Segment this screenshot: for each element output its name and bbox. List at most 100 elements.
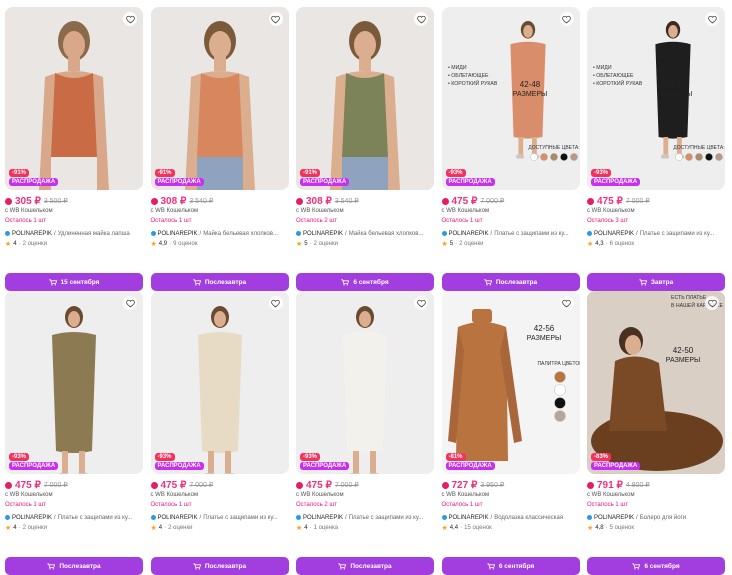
product-name: Удлиненная майка лапша <box>57 230 130 237</box>
product-image[interactable]: -91% РАСПРОДАЖА <box>150 7 289 190</box>
favorite-button[interactable] <box>123 296 137 310</box>
favorite-button[interactable] <box>414 12 428 26</box>
size-label: 42-50 <box>673 346 694 355</box>
favorite-button[interactable] <box>559 296 574 310</box>
verified-icon <box>296 231 301 236</box>
product-card[interactable]: -93% РАСПРОДАЖА 475 ₽7 000 ₽ с WB Кошельком… <box>5 291 143 575</box>
product-image[interactable]: 42-56 РАЗМЕРЫ ПАЛИТРА ЦВЕТОВ -81% РАСПРОДАЖА <box>441 291 580 474</box>
product-title[interactable]: POLINAREPIK / Платье с защипами из ку... <box>5 513 143 522</box>
product-card[interactable]: • МИДИ • ОБЛЕГАЮЩЕЕ • КОРОТКИЙ РУКАВ 42-48 Р… <box>587 7 725 291</box>
add-to-cart-button[interactable]: Послезавтра <box>296 557 434 575</box>
add-to-cart-button[interactable]: 15 сентября <box>5 273 143 291</box>
size-label: 42-56 <box>533 324 554 333</box>
product-card[interactable]: 42-56 РАЗМЕРЫ ПАЛИТРА ЦВЕТОВ -81% РАСПРОДАЖА… <box>441 291 580 575</box>
product-title[interactable]: POLINAREPIK / Платье с защипами из ку... <box>296 513 434 522</box>
reviews-count: 2 оценки <box>168 525 193 531</box>
price: 475 ₽ <box>306 479 332 491</box>
product-image[interactable]: • МИДИ • ОБЛЕГАЮЩЕЕ • КОРОТКИЙ РУКАВ 42-48 Р… <box>441 7 580 190</box>
palette-label: ДОСТУПНЫЕ ЦВЕТА: <box>528 145 579 151</box>
product-photo: ЕСТЬ ПЛАТЬЕВ НАШЕЙ КАРТОЧКЕ42-50РАЗМЕРЫ <box>587 291 725 474</box>
favorite-button[interactable] <box>268 12 283 26</box>
model-face <box>68 311 80 327</box>
badges: -93% РАСПРОДАЖА <box>300 453 350 470</box>
favorite-button[interactable] <box>123 12 137 26</box>
old-price: 3 500 ₽ <box>43 198 68 205</box>
title-separator: / <box>490 230 493 237</box>
stock-note: Осталось 1 шт <box>150 218 192 224</box>
cart-icon <box>48 278 57 285</box>
shoe-left <box>204 473 215 474</box>
cart-icon <box>639 278 647 285</box>
rating-separator: · <box>605 525 608 531</box>
add-to-cart-button[interactable]: Послезавтра <box>5 557 143 575</box>
favorite-button[interactable] <box>705 12 719 26</box>
add-to-cart-button[interactable]: 6 сентября <box>441 557 580 575</box>
brand-name: POLINAREPIK <box>448 230 489 237</box>
title-separator: / <box>636 514 638 521</box>
size-label-sub: РАЗМЕРЫ <box>512 91 546 98</box>
old-price: 7 000 ₽ <box>480 198 505 205</box>
rating-value: 4 <box>13 525 17 531</box>
product-card[interactable]: -91% РАСПРОДАЖА 308 ₽3 540 ₽ с WB Кошельком… <box>150 7 289 291</box>
add-to-cart-button[interactable]: Завтра <box>587 273 725 291</box>
product-card[interactable]: ЕСТЬ ПЛАТЬЕ В НАШЕЙ КАРТОЧКЕ 42-50 РАЗМЕРЫ -… <box>587 291 725 575</box>
product-title[interactable]: POLINAREPIK / Водолазка классическая <box>441 513 580 522</box>
add-to-cart-button[interactable]: 6 сентября <box>587 557 725 575</box>
add-to-cart-button[interactable]: Послезавтра <box>441 273 580 291</box>
sale-badge: РАСПРОДАЖА <box>445 462 495 470</box>
palette-swatch <box>695 153 703 161</box>
verified-icon <box>5 231 10 236</box>
product-card[interactable]: -91% РАСПРОДАЖА 308 ₽3 540 ₽ с WB Кошельком… <box>296 7 434 291</box>
price: 791 ₽ <box>597 479 623 491</box>
add-to-cart-button[interactable]: Послезавтра <box>150 273 289 291</box>
product-image[interactable]: • МИДИ • ОБЛЕГАЮЩЕЕ • КОРОТКИЙ РУКАВ 42-48 Р… <box>587 7 725 190</box>
product-card[interactable]: • МИДИ • ОБЛЕГАЮЩЕЕ • КОРОТКИЙ РУКАВ 42-48 Р… <box>441 7 580 291</box>
model-neck <box>68 57 80 71</box>
wallet-icon <box>441 481 449 489</box>
product-image[interactable]: -93% РАСПРОДАЖА <box>5 291 143 474</box>
price-row: 305 ₽3 500 ₽ <box>5 195 143 207</box>
reviews-count: 2 оценки <box>22 525 47 531</box>
heart-icon <box>562 299 571 307</box>
product-title[interactable]: POLINAREPIK / Платье с защипами из ку... <box>150 513 289 522</box>
product-image[interactable]: -91% РАСПРОДАЖА <box>5 7 143 190</box>
model-face <box>208 31 231 59</box>
wallet-icon <box>5 481 12 489</box>
product-title[interactable]: POLINAREPIK / Майка бельевая хлопков... <box>150 229 289 238</box>
product-image[interactable]: -93% РАСПРОДАЖА <box>296 291 434 474</box>
favorite-button[interactable] <box>559 12 574 26</box>
size-label-sub: РАЗМЕРЫ <box>666 357 700 364</box>
product-title[interactable]: POLINAREPIK / Удлиненная майка лапша <box>5 229 143 238</box>
overlay-text: • МИДИ <box>448 65 467 71</box>
favorite-button[interactable] <box>268 296 283 310</box>
garment <box>455 322 508 461</box>
product-title[interactable]: POLINAREPIK / Майка бельевая хлопков... <box>296 229 434 238</box>
stock-note: Осталось 1 шт <box>150 502 192 508</box>
product-title[interactable]: POLINAREPIK / Болеро для йоги <box>587 513 725 522</box>
shoe-right <box>78 473 88 474</box>
favorite-button[interactable] <box>414 296 428 310</box>
product-title[interactable]: POLINAREPIK / Платье с защипами из ку... <box>441 229 580 238</box>
favorite-button[interactable] <box>705 296 719 310</box>
product-name: Водолазка классическая <box>494 514 564 521</box>
old-price: 3 540 ₽ <box>334 198 359 205</box>
verified-icon <box>587 231 592 236</box>
garment <box>343 332 387 453</box>
rating-separator: · <box>18 525 21 531</box>
product-card[interactable]: -93% РАСПРОДАЖА 475 ₽7 000 ₽ с WB Кошельком… <box>150 291 289 575</box>
product-card[interactable]: -93% РАСПРОДАЖА 475 ₽7 000 ₽ с WB Кошельком… <box>296 291 434 575</box>
wallet-note: с WB Кошельком <box>5 208 53 214</box>
product-image[interactable]: -91% РАСПРОДАЖА <box>296 7 434 190</box>
product-image[interactable]: ЕСТЬ ПЛАТЬЕ В НАШЕЙ КАРТОЧКЕ 42-50 РАЗМЕРЫ -… <box>587 291 725 474</box>
product-name: Платье с защипами из ку... <box>57 514 133 521</box>
product-image[interactable]: -93% РАСПРОДАЖА <box>150 291 289 474</box>
product-title[interactable]: POLINAREPIK / Платье с защипами из ку... <box>587 229 725 238</box>
add-to-cart-button[interactable]: 6 сентября <box>296 273 434 291</box>
palette-swatch <box>553 384 566 396</box>
reviews-count: 5 оценок <box>609 525 634 531</box>
product-card[interactable]: -91% РАСПРОДАЖА 305 ₽3 500 ₽ с WB Кошельком… <box>5 7 143 291</box>
add-to-cart-button[interactable]: Послезавтра <box>150 557 289 575</box>
badges: -93% РАСПРОДАЖА <box>9 453 59 470</box>
wallet-icon <box>150 197 158 205</box>
verified-icon <box>150 231 156 236</box>
